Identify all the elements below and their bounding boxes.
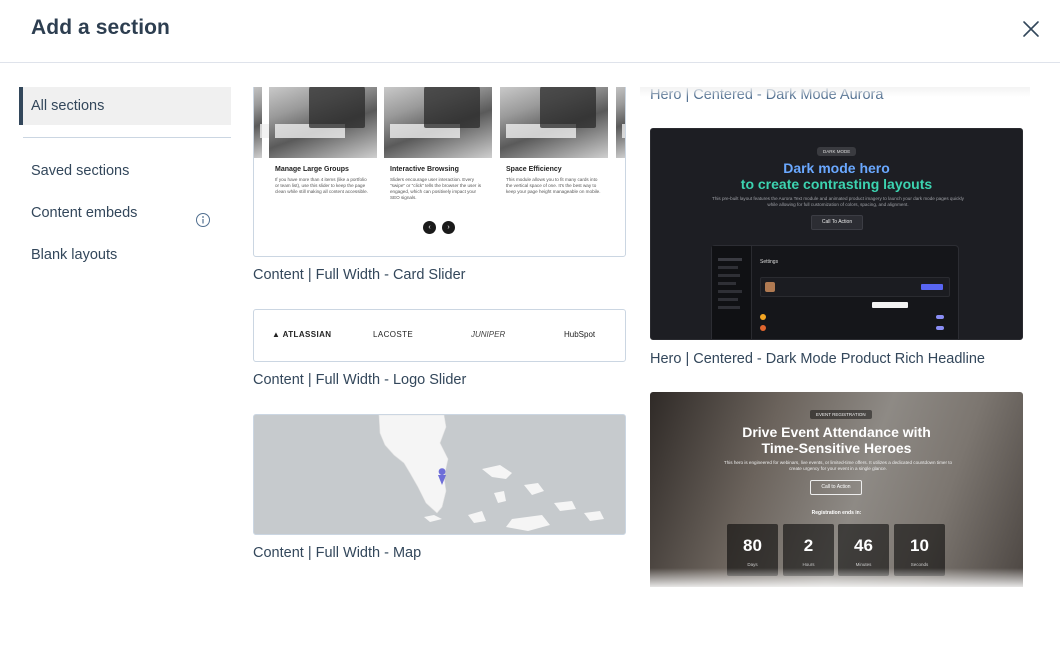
slider-card xyxy=(254,87,350,214)
countdown-days: 80 Days xyxy=(727,524,778,576)
dark-hero-headline-1: Dark mode hero xyxy=(783,160,890,176)
app-sidebar xyxy=(712,246,752,339)
dark-aurora-label[interactable]: Hero | Centered - Dark Mode Aurora xyxy=(650,87,883,103)
slider-card: Interactive Browsing Sliders encourage u… xyxy=(384,87,492,214)
modal-header: Add a section xyxy=(0,0,1060,63)
countdown-value: 80 xyxy=(743,536,762,555)
slider-card-text: If you have more than 4 items (like a po… xyxy=(275,177,368,194)
close-icon[interactable] xyxy=(1019,17,1043,41)
sidebar-item-label: All sections xyxy=(31,98,105,114)
sidebar-item-all-sections[interactable]: All sections xyxy=(19,87,231,125)
dark-hero-body: This pre-built layout features the Auror… xyxy=(712,196,964,207)
countdown-value: 46 xyxy=(854,536,873,555)
logo-slider-preview[interactable]: ▲ ATLASSIAN LACOSTE JUNIPER HubSpot xyxy=(253,309,626,362)
map-preview[interactable] xyxy=(253,414,626,535)
countdown-unit: Seconds xyxy=(910,562,929,567)
card-slider-label[interactable]: Content | Full Width - Card Slider xyxy=(253,267,465,283)
countdown-seconds: 10 Seconds xyxy=(894,524,945,576)
info-icon[interactable] xyxy=(195,205,211,227)
dark-hero-headline-2: to create contrasting layouts xyxy=(740,176,933,192)
dark-product-label[interactable]: Hero | Centered - Dark Mode Product Rich… xyxy=(650,351,985,367)
event-badge: EVENT REGISTRATION xyxy=(810,410,872,419)
sidebar-divider xyxy=(23,137,231,138)
dark-mode-hero-preview[interactable]: DARK MODE Dark mode hero to create contr… xyxy=(650,128,1023,340)
logo-hubspot: HubSpot xyxy=(564,330,596,339)
countdown-value: 10 xyxy=(910,536,929,555)
slider-card-text: Sliders encourage user interaction. Ever… xyxy=(390,177,482,200)
countdown-value: 2 xyxy=(803,536,814,555)
slider-card-text: This module allows you to fit many cards… xyxy=(506,177,601,194)
dark-hero-cta: Call To Action xyxy=(811,215,863,230)
sidebar-item-saved-sections[interactable]: Saved sections xyxy=(19,152,231,190)
slider-card xyxy=(616,87,625,214)
logo-slider-label[interactable]: Content | Full Width - Logo Slider xyxy=(253,372,466,388)
sidebar-item-blank-layouts[interactable]: Blank layouts xyxy=(19,236,231,274)
registration-label: Registration ends in: xyxy=(811,510,862,516)
product-screenshot: Settings xyxy=(711,245,959,339)
map-label[interactable]: Content | Full Width - Map xyxy=(253,545,421,561)
card-slider-preview[interactable]: Manage Large Groups If you have more tha… xyxy=(253,87,626,257)
chevron-left-icon[interactable]: ‹ xyxy=(423,221,436,234)
chevron-right-icon[interactable]: › xyxy=(442,221,455,234)
sidebar-item-label: Blank layouts xyxy=(31,247,118,263)
modal-title: Add a section xyxy=(31,16,170,39)
app-input xyxy=(872,302,908,308)
event-cta: Call to Action xyxy=(810,480,862,495)
section-gallery: Manage Large Groups If you have more tha… xyxy=(250,87,1040,587)
map-graphic xyxy=(378,415,604,531)
event-body: This hero is engineered for webinars, li… xyxy=(723,460,953,471)
dark-mode-badge: DARK MODE xyxy=(817,147,857,156)
add-section-modal: Add a section All sections Saved section… xyxy=(0,0,1060,661)
countdown-unit: Hours xyxy=(802,562,815,567)
countdown-unit: Days xyxy=(747,562,758,567)
app-title: Settings xyxy=(760,259,779,265)
logo-lacoste: LACOSTE xyxy=(373,330,414,339)
sidebar-item-content-embeds[interactable]: Content embeds xyxy=(19,194,231,232)
event-hero-preview[interactable]: EVENT REGISTRATION Drive Event Attendanc… xyxy=(650,392,1023,587)
event-headline-2: Time-Sensitive Heroes xyxy=(761,440,912,456)
slider-card-title: Space Efficiency xyxy=(506,166,562,173)
countdown-minutes: 46 Minutes xyxy=(838,524,889,576)
slider-card: Manage Large Groups If you have more tha… xyxy=(269,87,377,214)
slider-card-title: Manage Large Groups xyxy=(275,166,349,173)
logo-juniper: JUNIPER xyxy=(471,330,506,339)
countdown-unit: Minutes xyxy=(855,562,872,567)
event-headline-1: Drive Event Attendance with xyxy=(742,424,931,440)
logo-atlassian: ▲ ATLASSIAN xyxy=(272,330,332,339)
app-row xyxy=(760,277,950,297)
slider-card-title: Interactive Browsing xyxy=(390,166,459,173)
sidebar-item-label: Saved sections xyxy=(31,163,130,179)
sidebar-item-label: Content embeds xyxy=(31,205,138,221)
slider-card: Space Efficiency This module allows you … xyxy=(500,87,608,214)
section-sidebar: All sections Saved sections Content embe… xyxy=(19,87,231,274)
countdown-hours: 2 Hours xyxy=(783,524,834,576)
